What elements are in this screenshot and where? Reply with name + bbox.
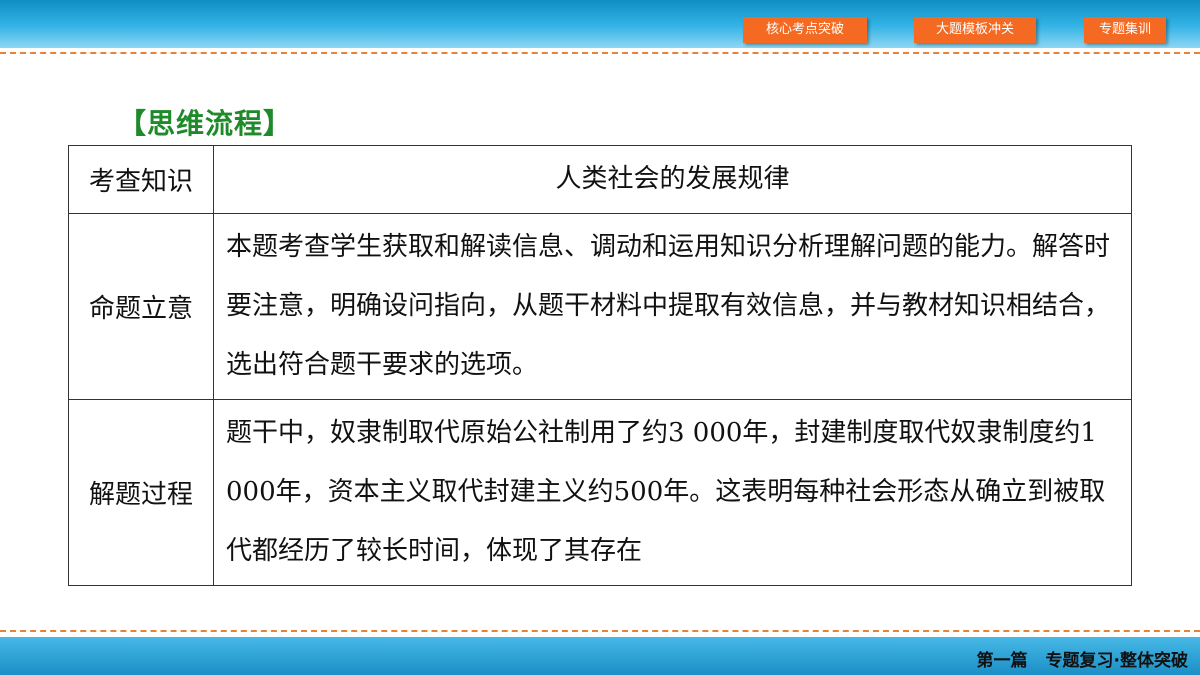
table-row: 解题过程 题干中，奴隶制取代原始公社制用了约3 000年，封建制度取代奴隶制度约… [68,399,1132,586]
section-title: 【思维流程】 [118,107,293,140]
row-content: 本题考查学生获取和解读信息、调动和运用知识分析理解问题的能力。解答时要注意，明确… [213,213,1132,400]
row-content: 人类社会的发展规律 [213,145,1132,214]
table-row: 考查知识 人类社会的发展规律 [68,145,1132,214]
bottom-dashed-divider [0,630,1200,632]
footer-title: 专题复习·整体突破 [1045,651,1188,671]
row-label: 命题立意 [68,213,214,400]
row-content: 题干中，奴隶制取代原始公社制用了约3 000年，封建制度取代奴隶制度约1 000… [213,399,1132,586]
row-label: 考查知识 [68,145,214,214]
nav-core-points-button[interactable]: 核心考点突破 [743,17,867,43]
footer-caption: 第一篇 专题复习·整体突破 [977,646,1188,671]
nav-template-button[interactable]: 大题模板冲关 [914,17,1036,43]
table-row: 命题立意 本题考查学生获取和解读信息、调动和运用知识分析理解问题的能力。解答时要… [68,213,1132,400]
footer-part: 第一篇 [976,651,1028,671]
row-label: 解题过程 [68,399,214,586]
nav-training-button[interactable]: 专题集训 [1084,17,1166,43]
top-dashed-divider [0,52,1200,54]
thinking-flow-table: 考查知识 人类社会的发展规律 命题立意 本题考查学生获取和解读信息、调动和运用知… [68,145,1132,586]
